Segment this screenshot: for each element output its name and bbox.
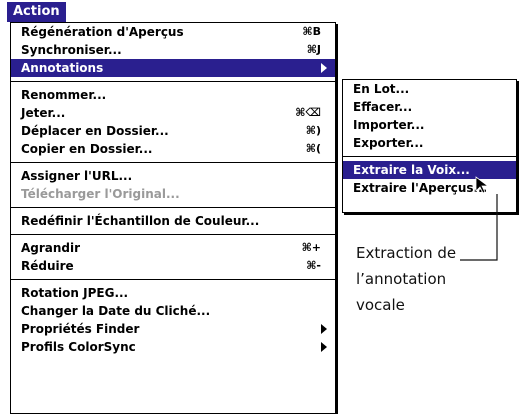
menu-item[interactable]: Agrandir ⌘+ <box>11 239 335 257</box>
menu-item-shortcut: ⌘⌫ <box>295 106 321 119</box>
menu-separator <box>11 279 335 280</box>
menu-item-shortcut: ⌘B <box>302 25 321 38</box>
menu-item[interactable]: Exporter... <box>343 134 516 152</box>
callout-text: Extraction de l’annotation vocale <box>356 240 496 318</box>
menu-item[interactable]: Profils ColorSync <box>11 338 335 356</box>
submenu-arrow-icon <box>321 324 327 334</box>
menu-item[interactable]: Télécharger l'Original... <box>11 185 335 203</box>
menu-item[interactable]: Jeter... ⌘⌫ <box>11 104 335 122</box>
menu-item[interactable]: Importer... <box>343 116 516 134</box>
menu-item-label: Déplacer en Dossier... <box>21 124 169 138</box>
menu-item-shortcut: ⌘) <box>305 124 321 137</box>
menu-item-label: Extraire l'Aperçus... <box>353 181 488 195</box>
menu-item[interactable]: Régénération d'Aperçus ⌘B <box>11 23 335 41</box>
menu-item-label: Rotation JPEG... <box>21 286 129 300</box>
menu-separator <box>343 156 516 157</box>
arrow-cursor-icon <box>475 176 490 194</box>
menu-separator <box>11 162 335 163</box>
menu-action[interactable]: Action <box>7 2 66 22</box>
menu-item-shortcut: ⌘( <box>305 142 321 155</box>
menu-item-label: Exporter... <box>353 136 424 150</box>
menu-item[interactable]: Déplacer en Dossier... ⌘) <box>11 122 335 140</box>
menu-item[interactable]: Rotation JPEG... <box>11 284 335 302</box>
menu-item-label: Synchroniser... <box>21 43 122 57</box>
menu-item-label: Télécharger l'Original... <box>21 187 180 201</box>
menu-item-label: Redéfinir l'Échantillon de Couleur... <box>21 214 260 228</box>
menu-separator <box>11 234 335 235</box>
menu-item-label: Extraire la Voix... <box>353 163 470 177</box>
menu-item-shortcut: ⌘- <box>306 259 321 272</box>
menu-item-label: Effacer... <box>353 100 413 114</box>
menu-item-label: Copier en Dossier... <box>21 142 153 156</box>
action-menu: Régénération d'Aperçus ⌘B Synchroniser... ⌘… <box>10 22 336 414</box>
menu-item-label: Renommer... <box>21 88 107 102</box>
menu-item-shortcut: ⌘J <box>306 43 321 56</box>
submenu-arrow-icon <box>321 63 327 73</box>
menu-item[interactable]: Annotations <box>11 59 335 77</box>
callout-line-1: Extraction de <box>356 244 457 262</box>
menu-item[interactable]: Copier en Dossier... ⌘( <box>11 140 335 158</box>
menu-item-label: Jeter... <box>21 106 66 120</box>
menu-item-label: Profils ColorSync <box>21 340 136 354</box>
menu-item-label: Agrandir <box>21 241 81 255</box>
menu-item-label: Assigner l'URL... <box>21 169 133 183</box>
menu-item[interactable]: En Lot... <box>343 80 516 98</box>
menu-item-label: En Lot... <box>353 82 410 96</box>
menu-item-label: Annotations <box>21 61 104 75</box>
menu-item[interactable]: Redéfinir l'Échantillon de Couleur... <box>11 212 335 230</box>
menu-item-label: Réduire <box>21 259 74 273</box>
menu-separator <box>11 81 335 82</box>
menu-item[interactable]: Renommer... <box>11 86 335 104</box>
callout-line-2: l’annotation <box>356 270 447 288</box>
menu-item-label: Régénération d'Aperçus <box>21 25 184 39</box>
callout-line-3: vocale <box>356 296 405 314</box>
menu-item-label: Importer... <box>353 118 425 132</box>
menu-separator <box>11 207 335 208</box>
menu-item[interactable]: Changer la Date du Cliché... <box>11 302 335 320</box>
menu-item[interactable]: Propriétés Finder <box>11 320 335 338</box>
menu-item-label: Propriétés Finder <box>21 322 140 336</box>
menu-item[interactable]: Synchroniser... ⌘J <box>11 41 335 59</box>
menu-item[interactable]: Assigner l'URL... <box>11 167 335 185</box>
menu-item[interactable]: Réduire ⌘- <box>11 257 335 275</box>
menu-item-label: Changer la Date du Cliché... <box>21 304 211 318</box>
submenu-arrow-icon <box>321 342 327 352</box>
menu-item-shortcut: ⌘+ <box>301 241 321 254</box>
menu-item[interactable]: Effacer... <box>343 98 516 116</box>
